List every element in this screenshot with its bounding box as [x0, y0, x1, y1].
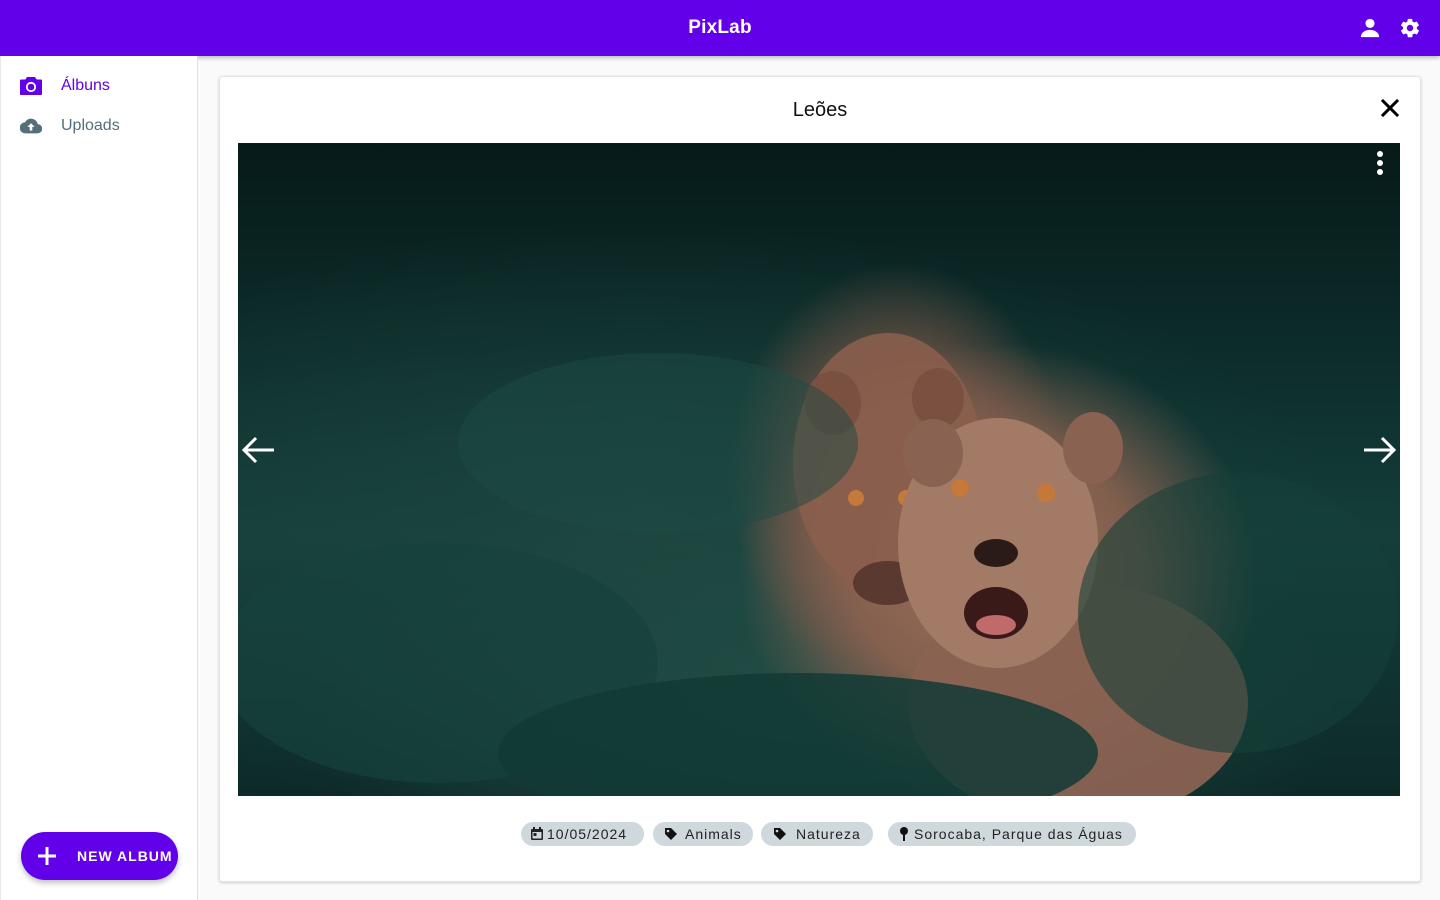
tag-chip-label: Animals: [685, 826, 742, 842]
gear-icon: [1401, 18, 1419, 38]
tag-chip-animals[interactable]: Animals: [653, 822, 753, 846]
arrow-left-icon[interactable]: [240, 435, 276, 465]
account-button[interactable]: [1356, 14, 1384, 42]
photo-metadata-chips: 10/05/2024 Animals Natureza Sorocaba, Pa…: [220, 822, 1420, 846]
calendar-icon: [531, 827, 543, 840]
tag-chip-natureza[interactable]: Natureza: [761, 822, 873, 846]
photo-image: [238, 143, 1400, 796]
sidebar-item-uploads[interactable]: Uploads: [1, 106, 198, 146]
tag-chip-label: Natureza: [796, 826, 861, 842]
settings-button[interactable]: [1396, 14, 1424, 42]
photo-title: Leões: [792, 99, 848, 121]
camera-icon: [20, 76, 42, 96]
sidebar-item-label: Uploads: [61, 117, 120, 134]
more-options-icon[interactable]: [1370, 149, 1390, 177]
sidebar: Álbuns Uploads NEW ALBUM: [0, 56, 198, 900]
close-icon[interactable]: [1379, 97, 1401, 119]
tag-icon: [665, 828, 677, 840]
date-chip[interactable]: 10/05/2024: [521, 822, 644, 846]
sidebar-item-albums[interactable]: Álbuns: [1, 66, 198, 106]
cloud-upload-icon: [20, 116, 42, 136]
tag-icon: [774, 828, 786, 840]
arrow-right-icon[interactable]: [1362, 435, 1398, 465]
account-icon: [1360, 18, 1380, 38]
date-chip-label: 10/05/2024: [547, 826, 628, 842]
new-album-label: NEW ALBUM: [77, 848, 173, 864]
location-chip-label: Sorocaba, Parque das Águas: [914, 826, 1123, 842]
plus-icon: [38, 847, 56, 865]
photo-viewer-card: Leões 10/05/2024 Animals Natureza Soroca…: [219, 76, 1421, 882]
app-title: PixLab: [688, 17, 752, 38]
app-bar: PixLab: [0, 0, 1440, 56]
sidebar-item-label: Álbuns: [61, 77, 110, 94]
new-album-button[interactable]: NEW ALBUM: [21, 832, 178, 880]
lionesses-illustration: [238, 333, 1398, 796]
location-chip[interactable]: Sorocaba, Parque das Águas: [888, 822, 1136, 846]
pin-icon: [900, 827, 908, 841]
